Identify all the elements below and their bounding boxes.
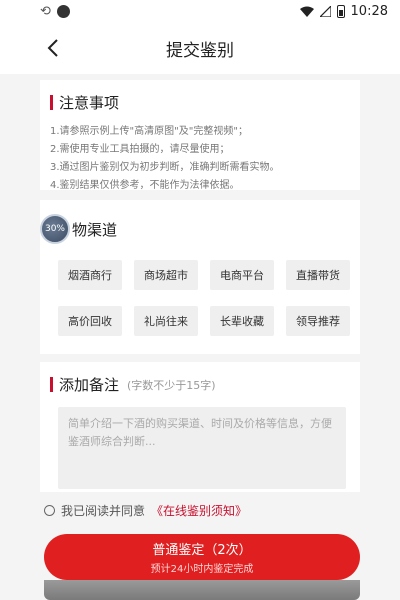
- submit-sub-label: 预计24小时内鉴定完成: [150, 564, 254, 575]
- notice-item: 1.请参照示例上传"高清原图"及"完整视频"；: [50, 126, 248, 137]
- remark-card: 添加备注 (字数不少于15字) 简单介绍一下酒的购买渠道、时间及价格等信息，方便…: [40, 362, 360, 492]
- agree-terms-link[interactable]: 《在线鉴别须知》: [151, 502, 247, 519]
- status-bar: ⟲ 10:28: [0, 0, 400, 22]
- notice-item: 3.通过图片鉴别仅为初步判断，准确判断需看实物。: [50, 162, 280, 173]
- remark-input[interactable]: 简单介绍一下酒的购买渠道、时间及价格等信息，方便鉴酒师综合判断...: [58, 407, 346, 489]
- channel-tag[interactable]: 商场超市: [134, 260, 198, 290]
- channel-tag[interactable]: 电商平台: [210, 260, 274, 290]
- rotation-icon: ⟲: [40, 3, 51, 19]
- notice-list: 1.请参照示例上传"高清原图"及"完整视频"； 2.需使用专业工具拍摄的，请尽量…: [50, 123, 350, 195]
- upload-progress-badge: 30%: [40, 214, 70, 244]
- notice-header: 注意事项: [50, 92, 350, 113]
- submit-label: 普通鉴定（2次）: [152, 543, 252, 558]
- agree-row[interactable]: 我已阅读并同意 《在线鉴别须知》: [44, 502, 247, 519]
- channel-tag[interactable]: 烟酒商行: [58, 260, 122, 290]
- status-left: ⟲: [40, 4, 70, 19]
- channel-tag[interactable]: 礼尚往来: [134, 306, 198, 336]
- notice-card: 注意事项 1.请参照示例上传"高清原图"及"完整视频"； 2.需使用专业工具拍摄…: [40, 80, 360, 191]
- record-dot-icon: [56, 4, 70, 18]
- remark-hint: (字数不少于15字): [127, 378, 216, 392]
- section-marker: [50, 377, 53, 392]
- channel-header: 30% 物渠道: [40, 214, 350, 244]
- notice-item: 2.需使用专业工具拍摄的，请尽量使用；: [50, 144, 230, 155]
- channel-card: 30% 物渠道 烟酒商行 商场超市 电商平台 直播带货 高价回收 礼尚往来 长辈…: [40, 200, 360, 354]
- channel-tag[interactable]: 长辈收藏: [210, 306, 274, 336]
- battery-icon: [336, 4, 345, 18]
- submit-button[interactable]: 普通鉴定（2次） 预计24小时内鉴定完成: [44, 534, 360, 580]
- signal-icon: [319, 5, 331, 17]
- channel-tag[interactable]: 直播带货: [286, 260, 350, 290]
- agree-radio[interactable]: [44, 505, 55, 516]
- status-time: 10:28: [350, 3, 388, 19]
- channel-title: 物渠道: [72, 220, 118, 239]
- channel-tag[interactable]: 领导推荐: [286, 306, 350, 336]
- page-title: 提交鉴别: [166, 40, 234, 61]
- section-marker: [50, 95, 53, 110]
- channel-tag-grid: 烟酒商行 商场超市 电商平台 直播带货 高价回收 礼尚往来 长辈收藏 领导推荐: [50, 260, 350, 336]
- channel-tag[interactable]: 高价回收: [58, 306, 122, 336]
- wifi-icon: [299, 6, 314, 17]
- notice-item: 4.鉴别结果仅供参考，不能作为法律依据。: [50, 180, 240, 191]
- notice-title: 注意事项: [59, 94, 120, 112]
- remark-title: 添加备注: [59, 376, 120, 394]
- agree-text: 我已阅读并同意: [61, 504, 146, 518]
- back-icon[interactable]: [44, 36, 64, 60]
- status-right: 10:28: [299, 3, 388, 19]
- bottom-shadow: [44, 580, 360, 600]
- remark-header: 添加备注 (字数不少于15字): [50, 374, 350, 395]
- nav-bar: 提交鉴别: [0, 22, 400, 74]
